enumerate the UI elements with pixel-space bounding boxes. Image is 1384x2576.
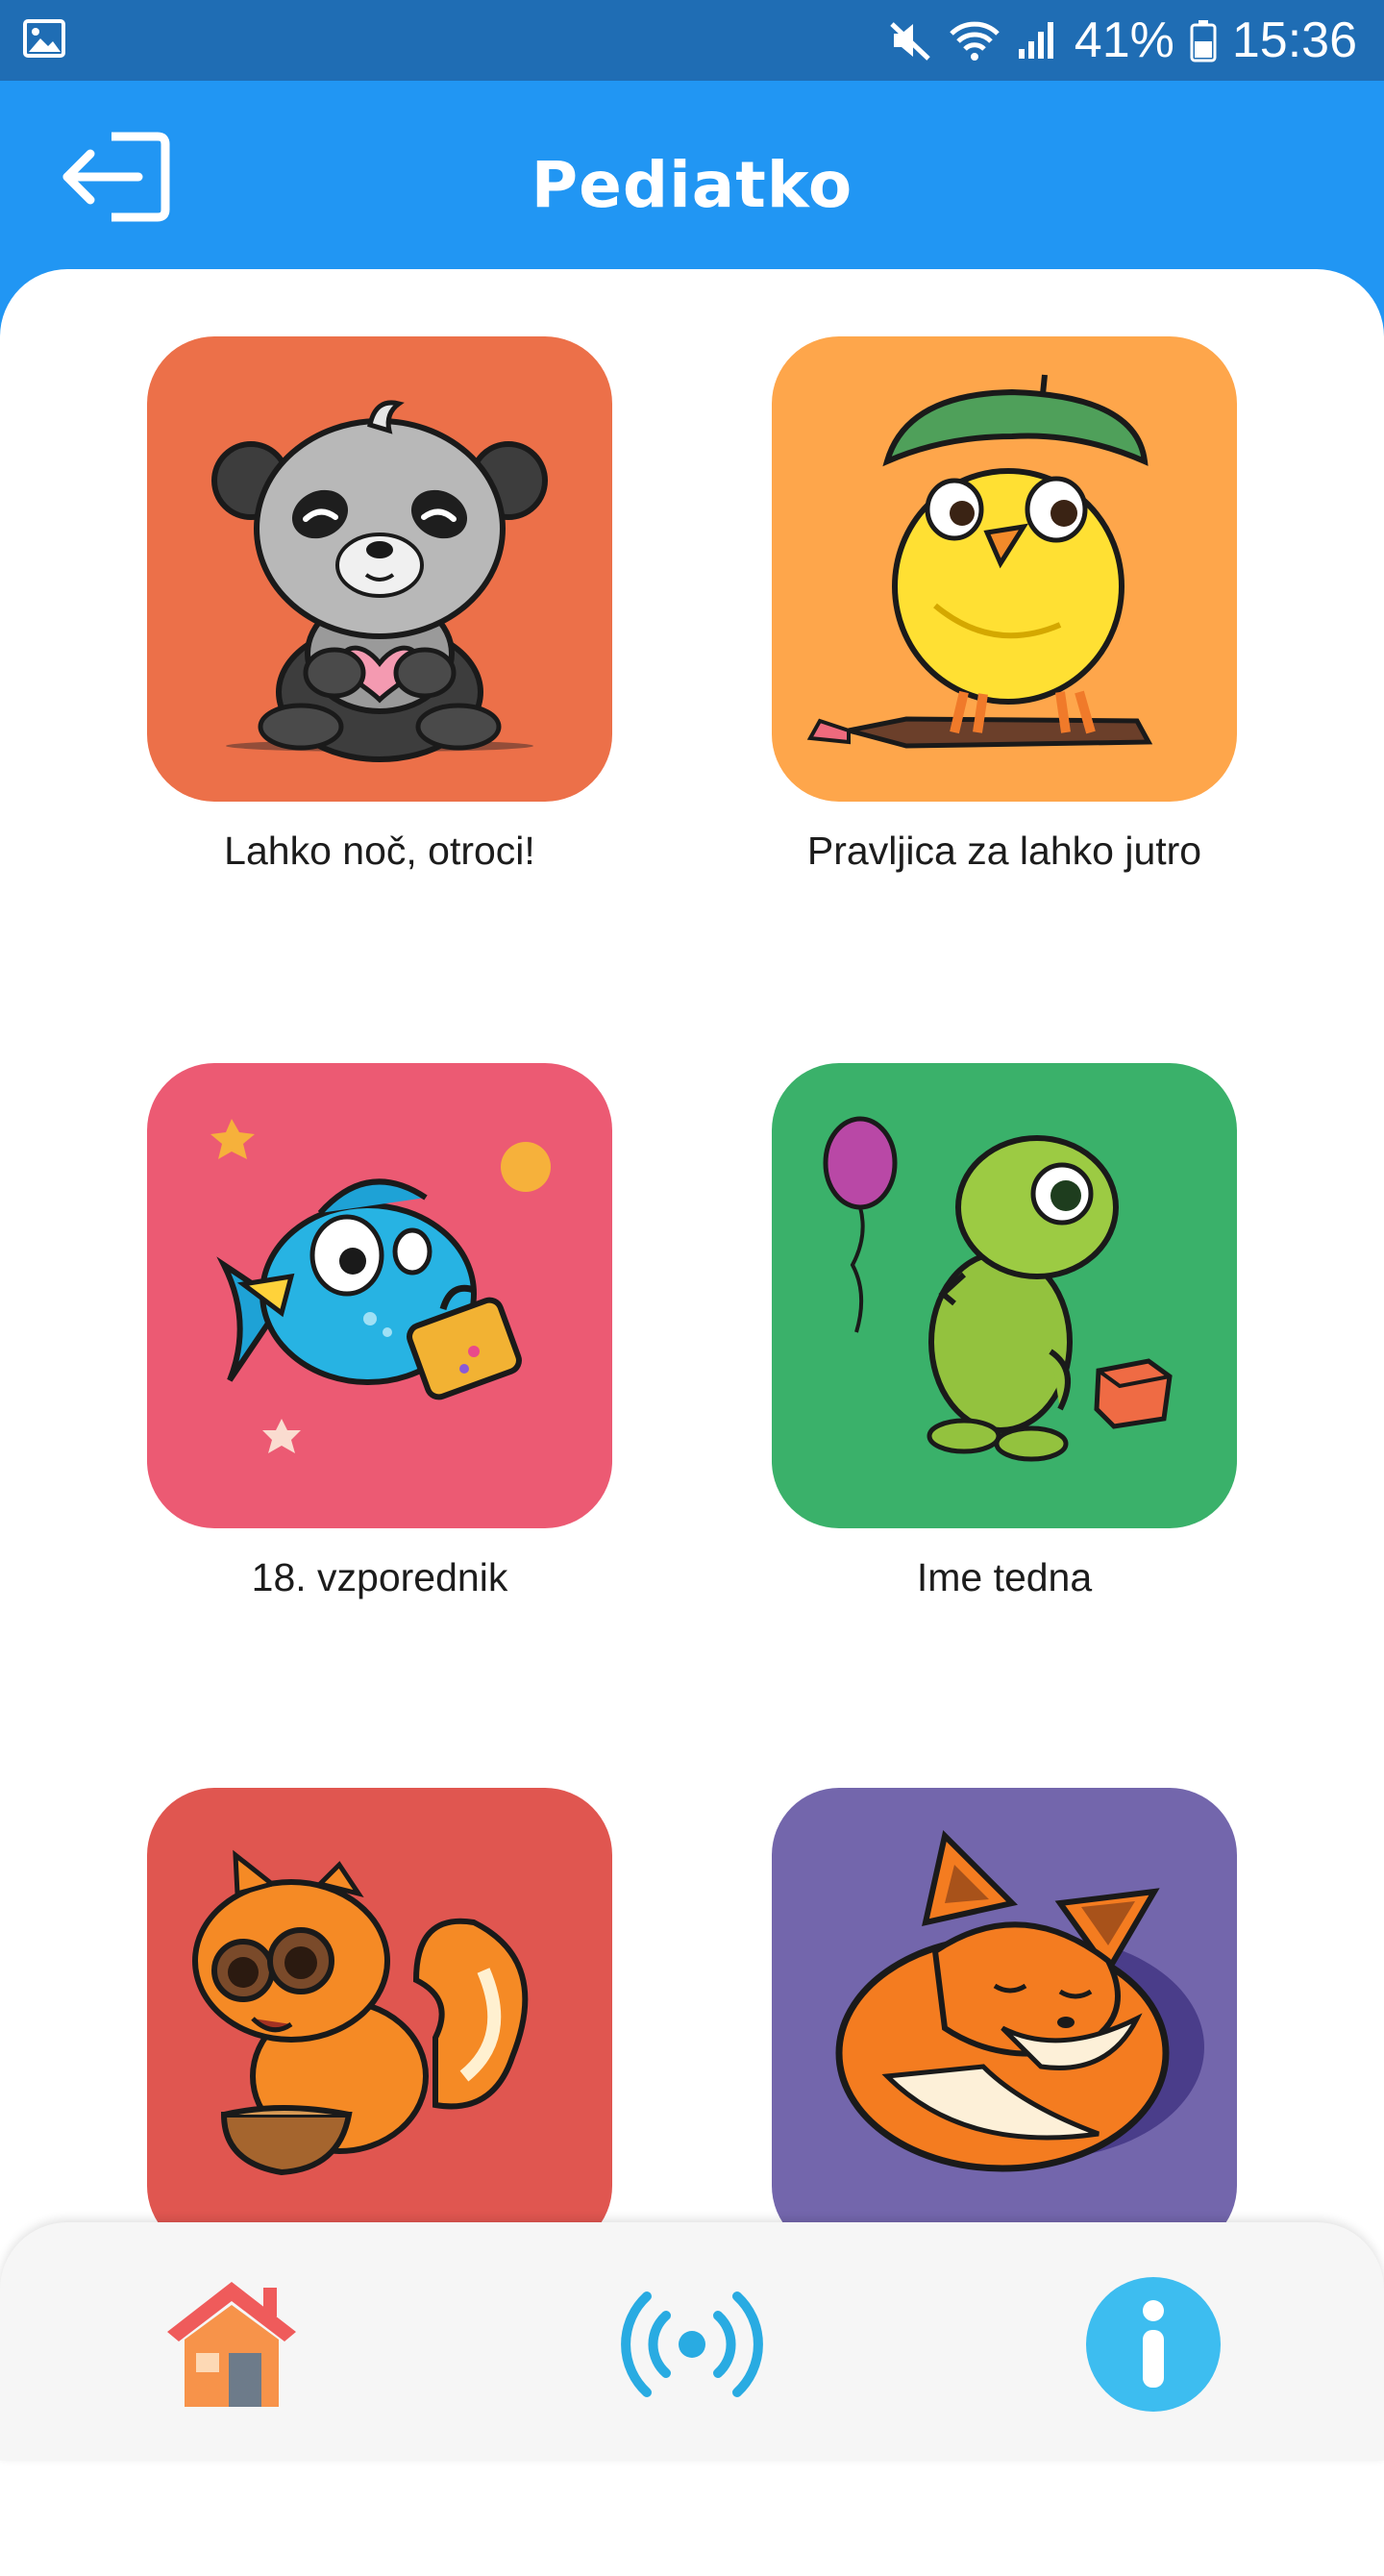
status-bar: 41% 15:36 — [0, 0, 1384, 81]
card-ime-tedna[interactable]: Ime tedna — [772, 1063, 1237, 1600]
broadcast-icon[interactable] — [620, 2272, 764, 2416]
card-label: Ime tedna — [916, 1555, 1093, 1599]
card-squirrel[interactable] — [147, 1788, 612, 2280]
chick-illustration — [806, 374, 1153, 749]
app-header: Pediatko — [0, 81, 1384, 269]
card-pravljica[interactable]: Pravljica za lahko jutro — [772, 336, 1237, 874]
squirrel-illustration — [192, 1849, 529, 2176]
card-tile — [147, 336, 612, 802]
card-tile — [147, 1063, 612, 1528]
clock: 15:36 — [1231, 12, 1357, 68]
card-fox[interactable] — [772, 1788, 1237, 2280]
bottom-nav — [0, 2222, 1384, 2461]
panda-illustration — [211, 400, 548, 762]
gallery-icon — [23, 19, 65, 58]
dino-illustration — [823, 1116, 1173, 1462]
info-icon[interactable] — [1081, 2272, 1225, 2416]
fox-illustration — [835, 1830, 1204, 2172]
card-18-vzporednik[interactable]: 18. vzporednik — [147, 1063, 612, 1600]
app-title: Pediatko — [531, 148, 853, 222]
card-lahko-noc[interactable]: Lahko noč, otroci! — [147, 336, 612, 874]
wifi-icon — [950, 21, 1000, 61]
battery-percent: 41% — [1074, 12, 1174, 68]
card-tile — [772, 1788, 1237, 2253]
mute-icon — [890, 22, 930, 61]
card-tile — [147, 1788, 612, 2253]
card-label: Pravljica za lahko jutro — [806, 829, 1202, 873]
card-label: 18. vzporednik — [251, 1555, 508, 1599]
home-icon[interactable] — [160, 2272, 304, 2416]
card-tile — [772, 1063, 1237, 1528]
battery-icon — [1190, 20, 1217, 62]
signal-icon — [1018, 22, 1053, 59]
card-label: Lahko noč, otroci! — [224, 829, 535, 873]
fish-illustration — [210, 1119, 551, 1453]
card-tile — [772, 336, 1237, 802]
